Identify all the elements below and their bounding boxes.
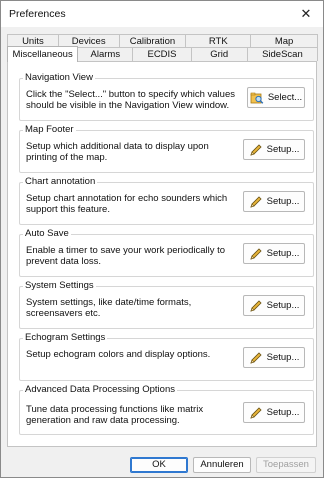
group-navigation-view: Navigation View Click the "Select..." bu… [19,72,314,121]
ok-button[interactable]: OK [130,457,188,473]
tab-sidescan[interactable]: SideScan [246,47,319,61]
tab-row-front: Miscellaneous Alarms ECDIS Grid SideScan [7,46,319,62]
group-description: Setup chart annotation for echo sounders… [26,193,228,215]
pencil-icon [249,406,262,419]
group-system-settings: System Settings System settings, like da… [19,280,314,329]
select-button[interactable]: Select... [247,87,305,108]
setup-button-label: Setup... [266,248,300,259]
group-chart-annotation: Chart annotation Setup chart annotation … [19,176,314,225]
title-bar: Preferences ✕ [1,1,323,27]
chart-annotation-setup-button[interactable]: Setup... [243,191,305,212]
setup-button-label: Setup... [266,196,300,207]
tab-alarms[interactable]: Alarms [77,47,134,61]
setup-button-label: Setup... [266,352,300,363]
group-title: Auto Save [23,228,71,240]
tab-grid[interactable]: Grid [190,47,248,61]
select-button-label: Select... [267,92,303,103]
pencil-icon [249,299,262,312]
tab-miscellaneous[interactable]: Miscellaneous [7,46,79,62]
preferences-dialog: Preferences ✕ Units Devices Calibration … [0,0,324,478]
pencil-icon [249,247,262,260]
group-echogram-settings: Echogram Settings Setup echogram colors … [19,332,314,381]
tab-ecdis[interactable]: ECDIS [132,47,192,61]
apply-button[interactable]: Toepassen [256,457,316,473]
group-auto-save: Auto Save Enable a timer to save your wo… [19,228,314,277]
tab-map[interactable]: Map [250,34,318,48]
group-advanced-data-processing: Advanced Data Processing Options Tune da… [19,384,314,435]
cancel-button[interactable]: Annuleren [193,457,251,473]
tab-calibration[interactable]: Calibration [118,34,187,48]
group-description: Tune data processing functions like matr… [26,404,204,426]
group-description: Enable a timer to save your work periodi… [26,245,226,267]
group-title: Map Footer [23,124,76,136]
system-settings-setup-button[interactable]: Setup... [243,295,305,316]
select-search-icon [250,92,264,104]
group-title: Navigation View [23,72,95,84]
setup-button-label: Setup... [266,144,300,155]
pencil-icon [249,195,262,208]
group-map-footer: Map Footer Setup which additional data t… [19,124,314,173]
group-description: Setup which additional data to display u… [26,141,209,163]
group-title: Chart annotation [23,176,98,188]
window-title: Preferences [9,8,66,20]
group-title: Advanced Data Processing Options [23,384,177,396]
group-description: System settings, like date/time formats,… [26,297,192,319]
group-description: Click the "Select..." button to specify … [26,89,235,111]
setup-button-label: Setup... [266,300,300,311]
group-title: System Settings [23,280,96,292]
pencil-icon [249,351,262,364]
close-button[interactable]: ✕ [295,4,317,24]
setup-button-label: Setup... [266,407,300,418]
miscellaneous-panel: Navigation View Click the "Select..." bu… [7,61,317,447]
echogram-settings-setup-button[interactable]: Setup... [243,347,305,368]
advanced-processing-setup-button[interactable]: Setup... [243,402,305,423]
group-description: Setup echogram colors and display option… [26,349,211,360]
map-footer-setup-button[interactable]: Setup... [243,139,305,160]
close-icon: ✕ [300,6,312,21]
group-title: Echogram Settings [23,332,108,344]
tab-rtk[interactable]: RTK [185,34,252,48]
pencil-icon [249,143,262,156]
auto-save-setup-button[interactable]: Setup... [243,243,305,264]
